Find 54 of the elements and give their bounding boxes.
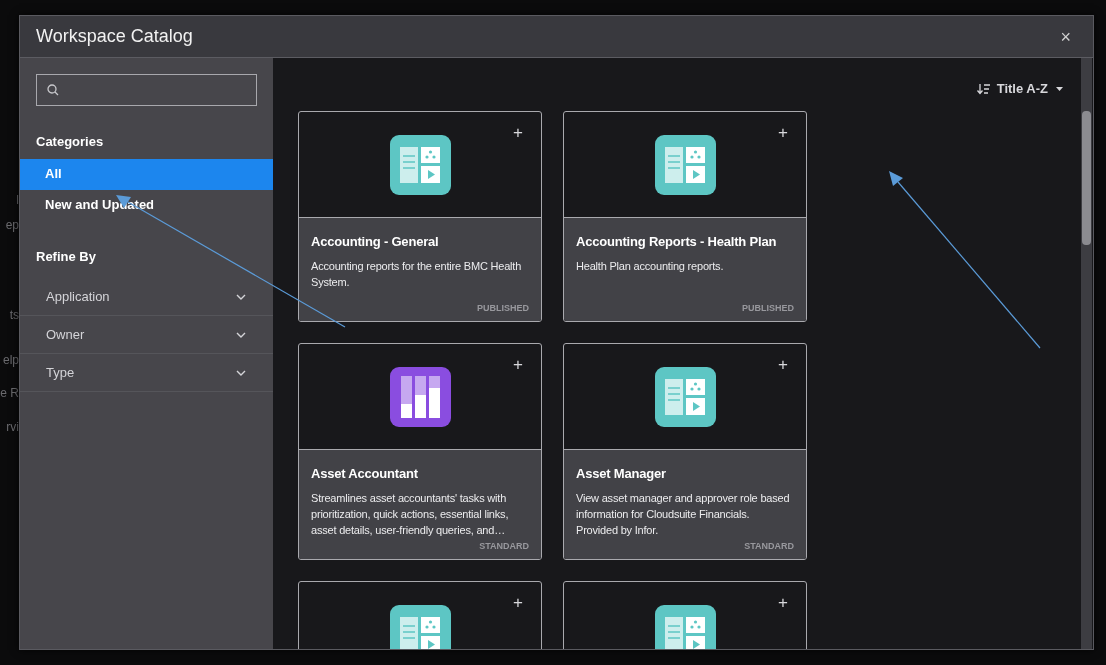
workspace-card[interactable]: +: [298, 581, 542, 649]
bar-chart-app-icon: [389, 366, 451, 427]
dashboard-app-icon: [654, 134, 716, 195]
background-text: ep: [5, 217, 19, 234]
card-title: Asset Manager: [576, 465, 667, 483]
close-button[interactable]: ×: [1060, 27, 1071, 46]
scrollbar[interactable]: [1081, 58, 1092, 649]
background-text: rvi: [6, 419, 19, 436]
window-title: Workspace Catalog: [36, 25, 193, 48]
workspace-card[interactable]: + Asset Manager View asset manager and approver role based information for Cloudsuite Financials. Provided by Infor. STANDARD: [563, 343, 807, 560]
category-item[interactable]: All: [20, 158, 273, 190]
add-button[interactable]: +: [513, 124, 523, 141]
add-button[interactable]: +: [778, 356, 788, 373]
card-title: Accounting Reports - Health Plan: [576, 233, 778, 251]
workspace-card[interactable]: + Accounting Reports - Health Plan Health Plan accounting reports. PUBLISHED: [563, 111, 807, 322]
card-description: Streamlines asset accountants' tasks with prioritization, quick actions, essential links, asset details, user-friendly queries, and…: [311, 490, 510, 538]
card-description: View asset manager and approver role based information for Cloudsuite Financials. Provided by Infor.: [576, 490, 791, 538]
section-heading: Refine By: [36, 247, 97, 266]
dashboard-app-icon: [654, 604, 716, 649]
background-text: elp: [3, 352, 19, 369]
workspace-card[interactable]: + Asset Accountant Streamlines asset accountants' tasks with prioritization, quick actions, essential links, asset details, user-friendly queries, and… STANDARD: [298, 343, 542, 560]
status-label: PUBLISHED: [742, 301, 794, 315]
search-field[interactable]: [36, 74, 257, 106]
scrollbar-thumb[interactable]: [1082, 111, 1091, 245]
filter-dropdown[interactable]: Application: [20, 278, 273, 316]
add-button[interactable]: +: [513, 356, 523, 373]
dashboard-app-icon: [389, 604, 451, 649]
chevron-icon: [236, 293, 246, 300]
background-text: l: [16, 192, 19, 209]
workspace-card[interactable]: + Accounting - General Accounting reports for the entire BMC Health System. PUBLISHED: [298, 111, 542, 322]
add-button[interactable]: +: [778, 124, 788, 141]
chevron-icon: [236, 331, 246, 338]
card-description: Health Plan accounting reports.: [576, 258, 725, 274]
background-text: e R: [0, 385, 19, 402]
search-icon: [47, 84, 59, 96]
background-text: ts: [9, 307, 19, 324]
card-description: Accounting reports for the entire BMC Health System.: [311, 258, 523, 290]
status-label: STANDARD: [744, 539, 794, 553]
chevron-icon: [236, 369, 246, 376]
dashboard-app-icon: [654, 366, 716, 427]
filter-dropdown[interactable]: Type: [20, 354, 273, 392]
filter-dropdown[interactable]: Owner: [20, 316, 273, 354]
add-button[interactable]: +: [778, 594, 788, 611]
caret-icon: [1056, 87, 1063, 91]
sort-icon: [976, 83, 991, 95]
section-heading: Categories: [36, 133, 105, 151]
dashboard-app-icon: [389, 134, 451, 195]
status-label: STANDARD: [479, 539, 529, 553]
workspace-card[interactable]: +: [563, 581, 807, 649]
sort-dropdown[interactable]: Title A-Z: [976, 81, 1063, 97]
add-button[interactable]: +: [513, 594, 523, 611]
card-title: Asset Accountant: [311, 465, 419, 483]
card-title: Accounting - General: [311, 233, 440, 251]
status-label: PUBLISHED: [477, 301, 529, 315]
